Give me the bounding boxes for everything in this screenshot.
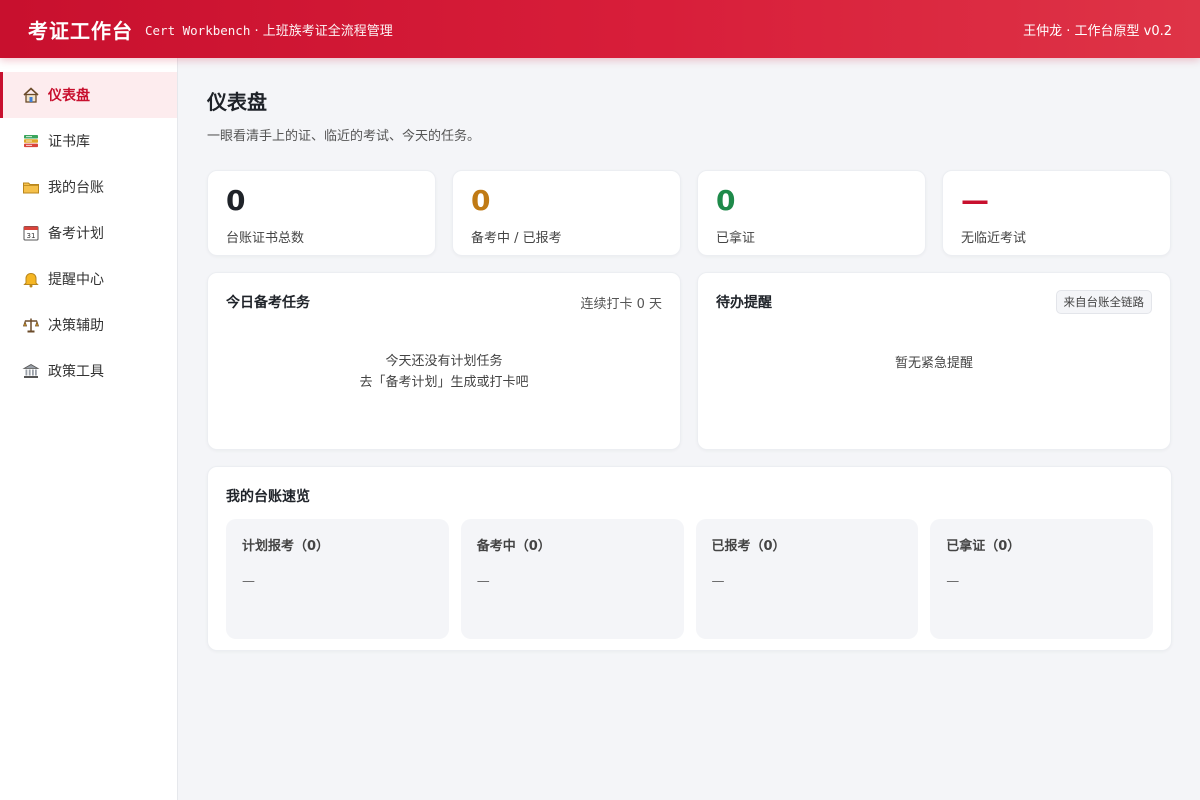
streak-counter: 连续打卡 0 天 [580,296,662,312]
sidebar-item-label: 决策辅助 [48,318,104,334]
stat-value: — [961,184,989,217]
stat-label: 无临近考试 [961,231,1027,246]
app-subtitle: Cert Workbench · 上班族考证全流程管理 [145,20,393,39]
scales-icon [22,316,40,334]
panel-title: 待办提醒 [716,295,772,311]
ledger-column-title: 已拿证（0） [946,539,1021,554]
top-bar: 考证工作台 Cert Workbench · 上班族考证全流程管理 王仲龙 · … [0,0,1200,58]
today-tasks-panel: 今日备考任务 连续打卡 0 天 今天还没有计划任务 去「备考计划」生成或打卡吧 [207,272,681,450]
sidebar-item-my-ledger[interactable]: 我的台账 [0,164,177,210]
ledger-column-obtained: 已拿证（0） — [930,519,1153,639]
empty-state: 今天还没有计划任务 去「备考计划」生成或打卡吧 [226,351,662,393]
stat-card-in-progress: 0 备考中 / 已报考 [452,170,681,256]
sidebar-item-policy-tools[interactable]: 政策工具 [0,348,177,394]
source-chip[interactable]: 来自台账全链路 [1055,290,1152,314]
ledger-column-title: 备考中（0） [476,539,551,554]
empty-state: 暂无紧急提醒 [894,356,973,371]
folder-icon [22,178,40,196]
books-icon [22,132,40,150]
stat-value: 0 [716,184,736,217]
stat-card-total: 0 台账证书总数 [207,170,436,256]
page-description: 一眼看清手上的证、临近的考试、今天的任务。 [207,129,481,144]
ledger-column-empty: — [242,574,255,589]
ledger-column-studying: 备考中（0） — [460,519,684,639]
sidebar-item-label: 提醒中心 [48,272,104,288]
ledger-column-title: 已报考（0） [711,539,786,554]
stat-label: 备考中 / 已报考 [471,231,562,246]
sidebar-item-label: 证书库 [48,134,90,150]
svg-text:31: 31 [27,232,36,240]
sidebar-item-decision-aid[interactable]: 决策辅助 [0,302,177,348]
sidebar-item-label: 我的台账 [48,180,104,196]
ledger-column-empty: — [946,574,960,589]
panel-title: 我的台账速览 [226,489,310,505]
empty-line: 今天还没有计划任务 [385,354,503,369]
sidebar: 仪表盘 证书库 我的台账 31 备考计划 提醒中心 决策辅助 政策工具 [0,58,178,800]
app-subtitle-en: Cert Workbench [145,22,251,38]
stat-value: 0 [226,184,246,217]
sidebar-item-label: 备考计划 [48,226,104,242]
stats-row: 0 台账证书总数 0 备考中 / 已报考 0 已拿证 — 无临近考试 [207,170,1172,256]
panel-title: 今日备考任务 [226,295,310,311]
stat-card-upcoming-exam: — 无临近考试 [942,170,1171,256]
stat-value: 0 [471,184,491,217]
ledger-column-empty: — [476,574,490,589]
home-icon [22,86,40,104]
ledger-column-registered: 已报考（0） — [695,519,919,639]
page-title: 仪表盘 [207,90,267,114]
sidebar-item-reminders[interactable]: 提醒中心 [0,256,177,302]
ledger-column-title: 计划报考（0） [242,539,330,554]
ledger-column-empty: — [711,574,725,589]
stat-label: 台账证书总数 [226,231,305,246]
sidebar-item-label: 仪表盘 [48,88,90,104]
ledger-grid: 计划报考（0） — 备考中（0） — 已报考（0） — 已拿证（0） — [226,519,1153,639]
bell-icon [22,270,40,288]
calendar-icon: 31 [22,224,40,242]
panels-row: 今日备考任务 连续打卡 0 天 今天还没有计划任务 去「备考计划」生成或打卡吧 … [207,272,1172,450]
sidebar-item-dashboard[interactable]: 仪表盘 [0,72,177,118]
user-info[interactable]: 王仲龙 · 工作台原型 v0.2 [1023,20,1172,39]
reminders-panel: 待办提醒 来自台账全链路 暂无紧急提醒 [697,272,1171,450]
ledger-overview-panel: 我的台账速览 计划报考（0） — 备考中（0） — 已报考（0） — 已拿证（0… [207,466,1172,651]
bank-icon [22,362,40,380]
sidebar-item-label: 政策工具 [48,364,104,380]
app-title: 考证工作台 [28,18,133,43]
sidebar-item-study-plan[interactable]: 31 备考计划 [0,210,177,256]
stat-label: 已拿证 [716,231,756,246]
ledger-column-planned: 计划报考（0） — [226,519,449,639]
main-content: 仪表盘 一眼看清手上的证、临近的考试、今天的任务。 0 台账证书总数 0 备考中… [207,58,1172,651]
empty-line: 去「备考计划」生成或打卡吧 [359,375,529,390]
app-subtitle-cn: · 上班族考证全流程管理 [250,23,393,39]
stat-card-obtained: 0 已拿证 [697,170,926,256]
sidebar-item-cert-library[interactable]: 证书库 [0,118,177,164]
